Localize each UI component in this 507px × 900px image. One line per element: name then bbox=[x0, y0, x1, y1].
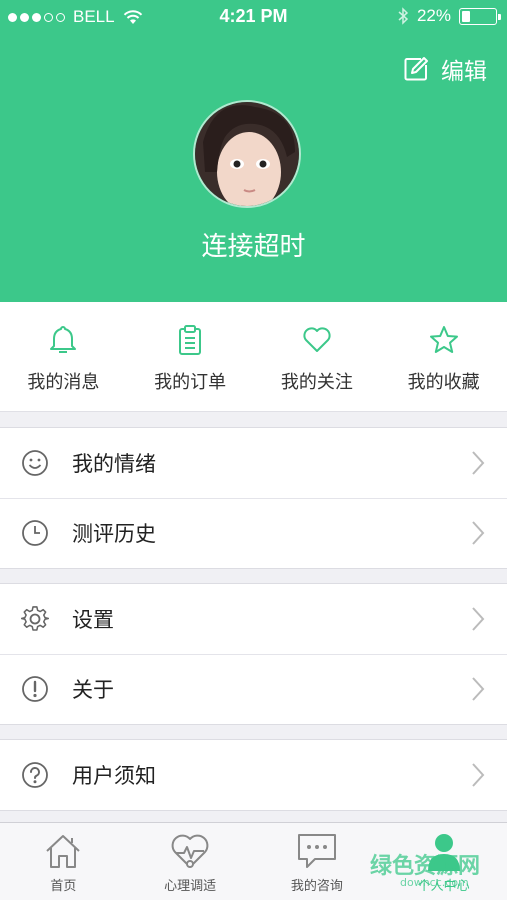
menu-label-history: 测评历史 bbox=[72, 522, 156, 546]
chevron-right-icon bbox=[472, 763, 485, 787]
menu-group-1: 我的情绪 测评历史 bbox=[0, 427, 507, 569]
chevron-right-icon bbox=[472, 521, 485, 545]
star-icon bbox=[429, 326, 458, 353]
chevron-right-icon bbox=[472, 451, 485, 475]
clipboard-icon bbox=[179, 325, 202, 355]
menu-label-settings: 设置 bbox=[72, 608, 114, 632]
profile-header: BELL 4:21 PM 22% 编辑 连接超时 bbox=[0, 0, 507, 302]
tab-home-label: 首页 bbox=[50, 879, 77, 894]
menu-row-mood[interactable]: 我的情绪 bbox=[0, 428, 507, 498]
exclamation-circle-icon bbox=[22, 676, 48, 702]
menu-row-history[interactable]: 测评历史 bbox=[0, 498, 507, 568]
edit-button[interactable]: 编辑 bbox=[403, 52, 487, 86]
menu-group-2: 设置 关于 bbox=[0, 583, 507, 725]
chat-icon bbox=[297, 834, 336, 868]
edit-label: 编辑 bbox=[441, 59, 487, 85]
tab-consult[interactable]: 我的咨询 bbox=[254, 823, 381, 900]
menu-label-notice: 用户须知 bbox=[72, 764, 156, 788]
quick-messages[interactable]: 我的消息 bbox=[0, 302, 127, 411]
tab-consult-label: 我的咨询 bbox=[290, 879, 343, 894]
menu-row-notice[interactable]: 用户须知 bbox=[0, 740, 507, 810]
quick-actions: 我的消息 我的订单 我的关注 我的收藏 bbox=[0, 302, 507, 412]
heart-icon bbox=[303, 327, 331, 352]
battery-icon bbox=[459, 7, 501, 25]
edit-icon bbox=[404, 57, 428, 81]
bell-icon bbox=[50, 326, 77, 353]
tab-home[interactable]: 首页 bbox=[0, 823, 127, 900]
tab-mind-label: 心理调适 bbox=[164, 879, 217, 894]
quick-favorites-label: 我的收藏 bbox=[407, 372, 480, 393]
tab-mind[interactable]: 心理调适 bbox=[127, 823, 254, 900]
menu-group-3: 用户须知 bbox=[0, 739, 507, 811]
home-icon bbox=[46, 835, 81, 868]
quick-orders[interactable]: 我的订单 bbox=[127, 302, 254, 411]
heart-pulse-icon bbox=[171, 834, 209, 868]
bluetooth-icon bbox=[398, 7, 409, 25]
watermark-sub: downcc.com bbox=[400, 876, 469, 889]
avatar-image bbox=[195, 102, 299, 206]
quick-messages-label: 我的消息 bbox=[27, 372, 100, 393]
chevron-right-icon bbox=[472, 677, 485, 701]
quick-orders-label: 我的订单 bbox=[154, 372, 227, 393]
menu-label-about: 关于 bbox=[72, 678, 114, 702]
clock-icon bbox=[22, 520, 48, 546]
chevron-right-icon bbox=[472, 607, 485, 631]
gear-icon bbox=[21, 606, 49, 631]
question-circle-icon bbox=[22, 762, 48, 788]
quick-favorites[interactable]: 我的收藏 bbox=[380, 302, 507, 411]
quick-follows[interactable]: 我的关注 bbox=[254, 302, 381, 411]
quick-follows-label: 我的关注 bbox=[280, 372, 353, 393]
smiley-icon bbox=[22, 450, 48, 476]
menu-row-about[interactable]: 关于 bbox=[0, 654, 507, 724]
menu-label-mood: 我的情绪 bbox=[72, 452, 156, 476]
battery-percent: 22% bbox=[416, 6, 451, 25]
menu-row-settings[interactable]: 设置 bbox=[0, 584, 507, 654]
avatar[interactable] bbox=[193, 100, 301, 208]
username: 连接超时 bbox=[201, 232, 306, 262]
status-bar: BELL 4:21 PM 22% bbox=[0, 0, 507, 34]
